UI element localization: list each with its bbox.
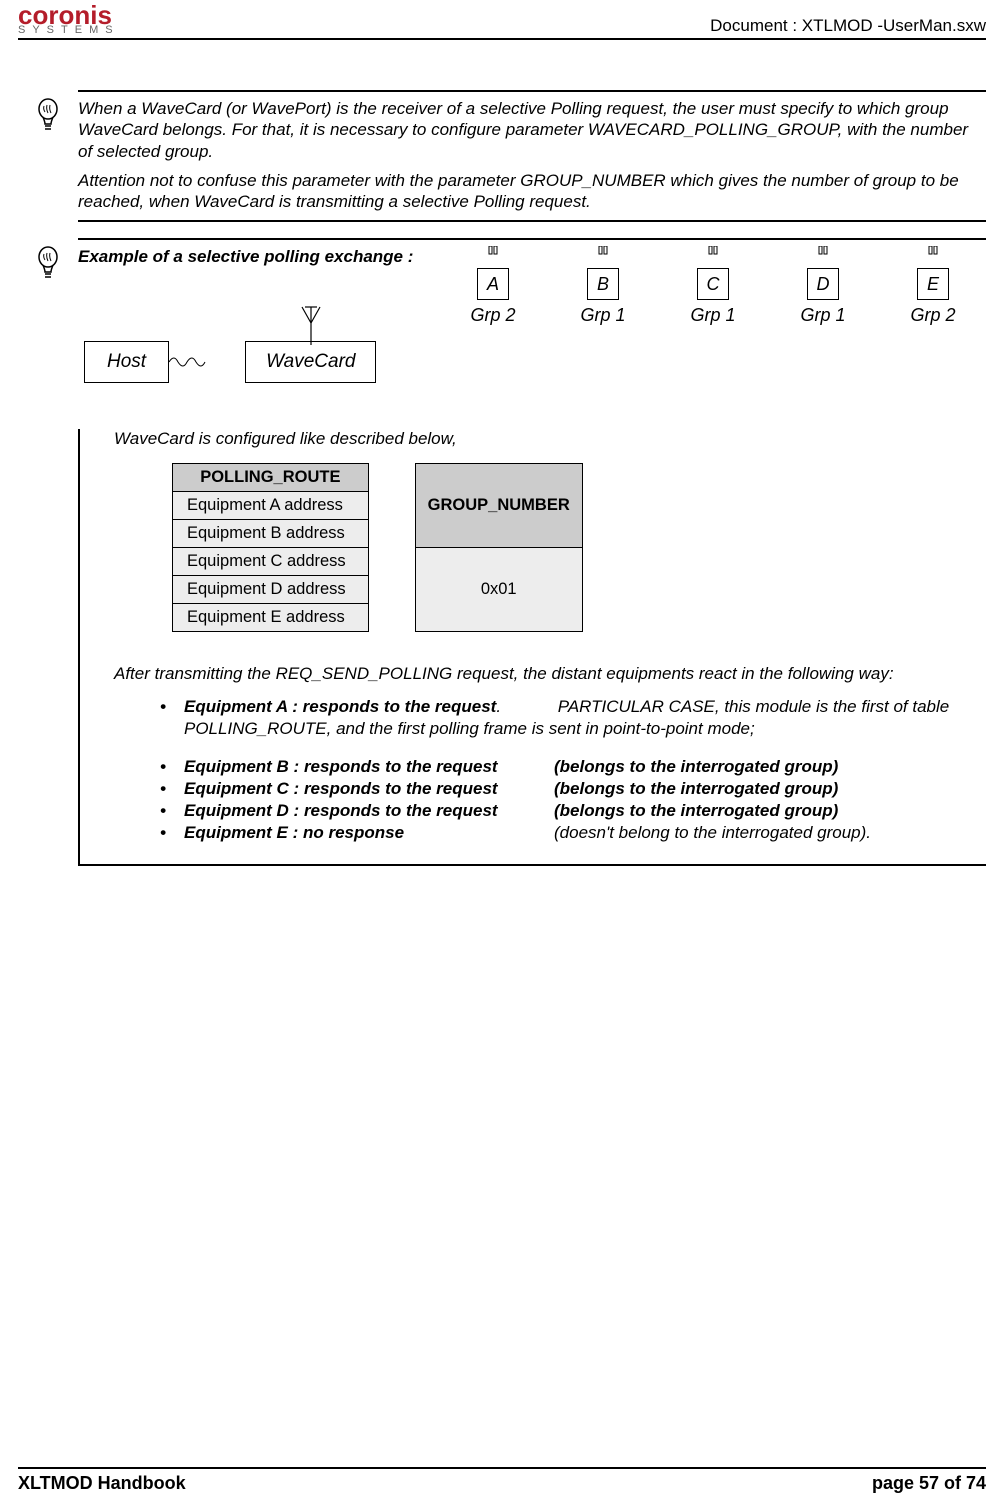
page-footer: XLTMOD Handbook page 57 of 74: [18, 1467, 986, 1494]
logo-brand: coronis: [18, 4, 120, 26]
info-note-2: Example of a selective polling exchange …: [18, 238, 986, 382]
resp-a: Equipment A : responds to the request. P…: [184, 696, 982, 740]
device-d: D Grp 1: [778, 246, 868, 327]
device-group: Grp 2: [910, 304, 955, 327]
info-note-1: When a WaveCard (or WavePort) is the rec…: [18, 90, 986, 222]
device-row: A Grp 2 B Grp 1 C Grp 1 D Grp 1 E Grp 2: [438, 246, 986, 327]
polling-route-header: POLLING_ROUTE: [173, 463, 369, 491]
response-lead: Equipment B : responds to the request: [184, 756, 554, 778]
device-label: B: [587, 268, 619, 300]
antenna-mini-icon: [923, 246, 943, 270]
logo: coronis SYSTEMS: [18, 4, 120, 36]
antenna-icon: [298, 305, 324, 345]
response-lead: Equipment C : responds to the request: [184, 778, 554, 800]
device-group: Grp 1: [690, 304, 735, 327]
page-header: coronis SYSTEMS Document : XTLMOD -UserM…: [18, 0, 986, 40]
device-e: E Grp 2: [888, 246, 978, 327]
lightbulb-icon: [18, 238, 78, 382]
logo-subtitle: SYSTEMS: [18, 24, 120, 36]
antenna-mini-icon: [813, 246, 833, 270]
device-group: Grp 1: [800, 304, 845, 327]
device-b: B Grp 1: [558, 246, 648, 327]
polling-route-row: Equipment B address: [173, 519, 369, 547]
device-group: Grp 2: [470, 304, 515, 327]
note1-paragraph1: When a WaveCard (or WavePort) is the rec…: [78, 98, 986, 162]
device-group: Grp 1: [580, 304, 625, 327]
polling-route-table: POLLING_ROUTE Equipment A addressEquipme…: [172, 463, 369, 632]
response-tail: (belongs to the interrogated group): [554, 756, 982, 778]
example-title: Example of a selective polling exchange …: [78, 246, 438, 267]
polling-route-row: Equipment D address: [173, 575, 369, 603]
host-box: Host: [84, 341, 169, 383]
note1-paragraph2: Attention not to confuse this parameter …: [78, 170, 986, 213]
antenna-mini-icon: [593, 246, 613, 270]
polling-route-row: Equipment C address: [173, 547, 369, 575]
response-lead: Equipment E : no response: [184, 822, 554, 844]
response-tail: (belongs to the interrogated group): [554, 778, 982, 800]
wavecard-box: WaveCard: [245, 341, 376, 383]
group-number-header: GROUP_NUMBER: [415, 463, 582, 547]
device-label: E: [917, 268, 949, 300]
footer-right: page 57 of 74: [872, 1473, 986, 1494]
response-lead: Equipment D : responds to the request: [184, 800, 554, 822]
device-a: A Grp 2: [448, 246, 538, 327]
response-list-rest: •Equipment B : responds to the request(b…: [160, 756, 982, 844]
response-tail: (belongs to the interrogated group): [554, 800, 982, 822]
link-wave-icon: [169, 353, 207, 371]
polling-route-row: Equipment A address: [173, 491, 369, 519]
document-reference: Document : XTLMOD -UserMan.sxw: [710, 16, 986, 36]
polling-route-row: Equipment E address: [173, 603, 369, 631]
antenna-mini-icon: [703, 246, 723, 270]
config-intro: WaveCard is configured like described be…: [114, 429, 982, 449]
after-text: After transmitting the REQ_SEND_POLLING …: [114, 664, 982, 684]
response-tail: (doesn't belong to the interrogated grou…: [554, 822, 982, 844]
device-label: A: [477, 268, 509, 300]
group-number-value: 0x01: [415, 547, 582, 631]
group-number-table: GROUP_NUMBER 0x01: [415, 463, 583, 632]
response-list: • Equipment A : responds to the request.…: [160, 696, 982, 740]
device-c: C Grp 1: [668, 246, 758, 327]
device-label: C: [697, 268, 729, 300]
example-section: WaveCard is configured like described be…: [78, 429, 986, 867]
footer-left: XLTMOD Handbook: [18, 1473, 186, 1494]
device-label: D: [807, 268, 839, 300]
config-tables: POLLING_ROUTE Equipment A addressEquipme…: [172, 463, 982, 632]
lightbulb-icon: [18, 90, 78, 222]
antenna-mini-icon: [483, 246, 503, 270]
